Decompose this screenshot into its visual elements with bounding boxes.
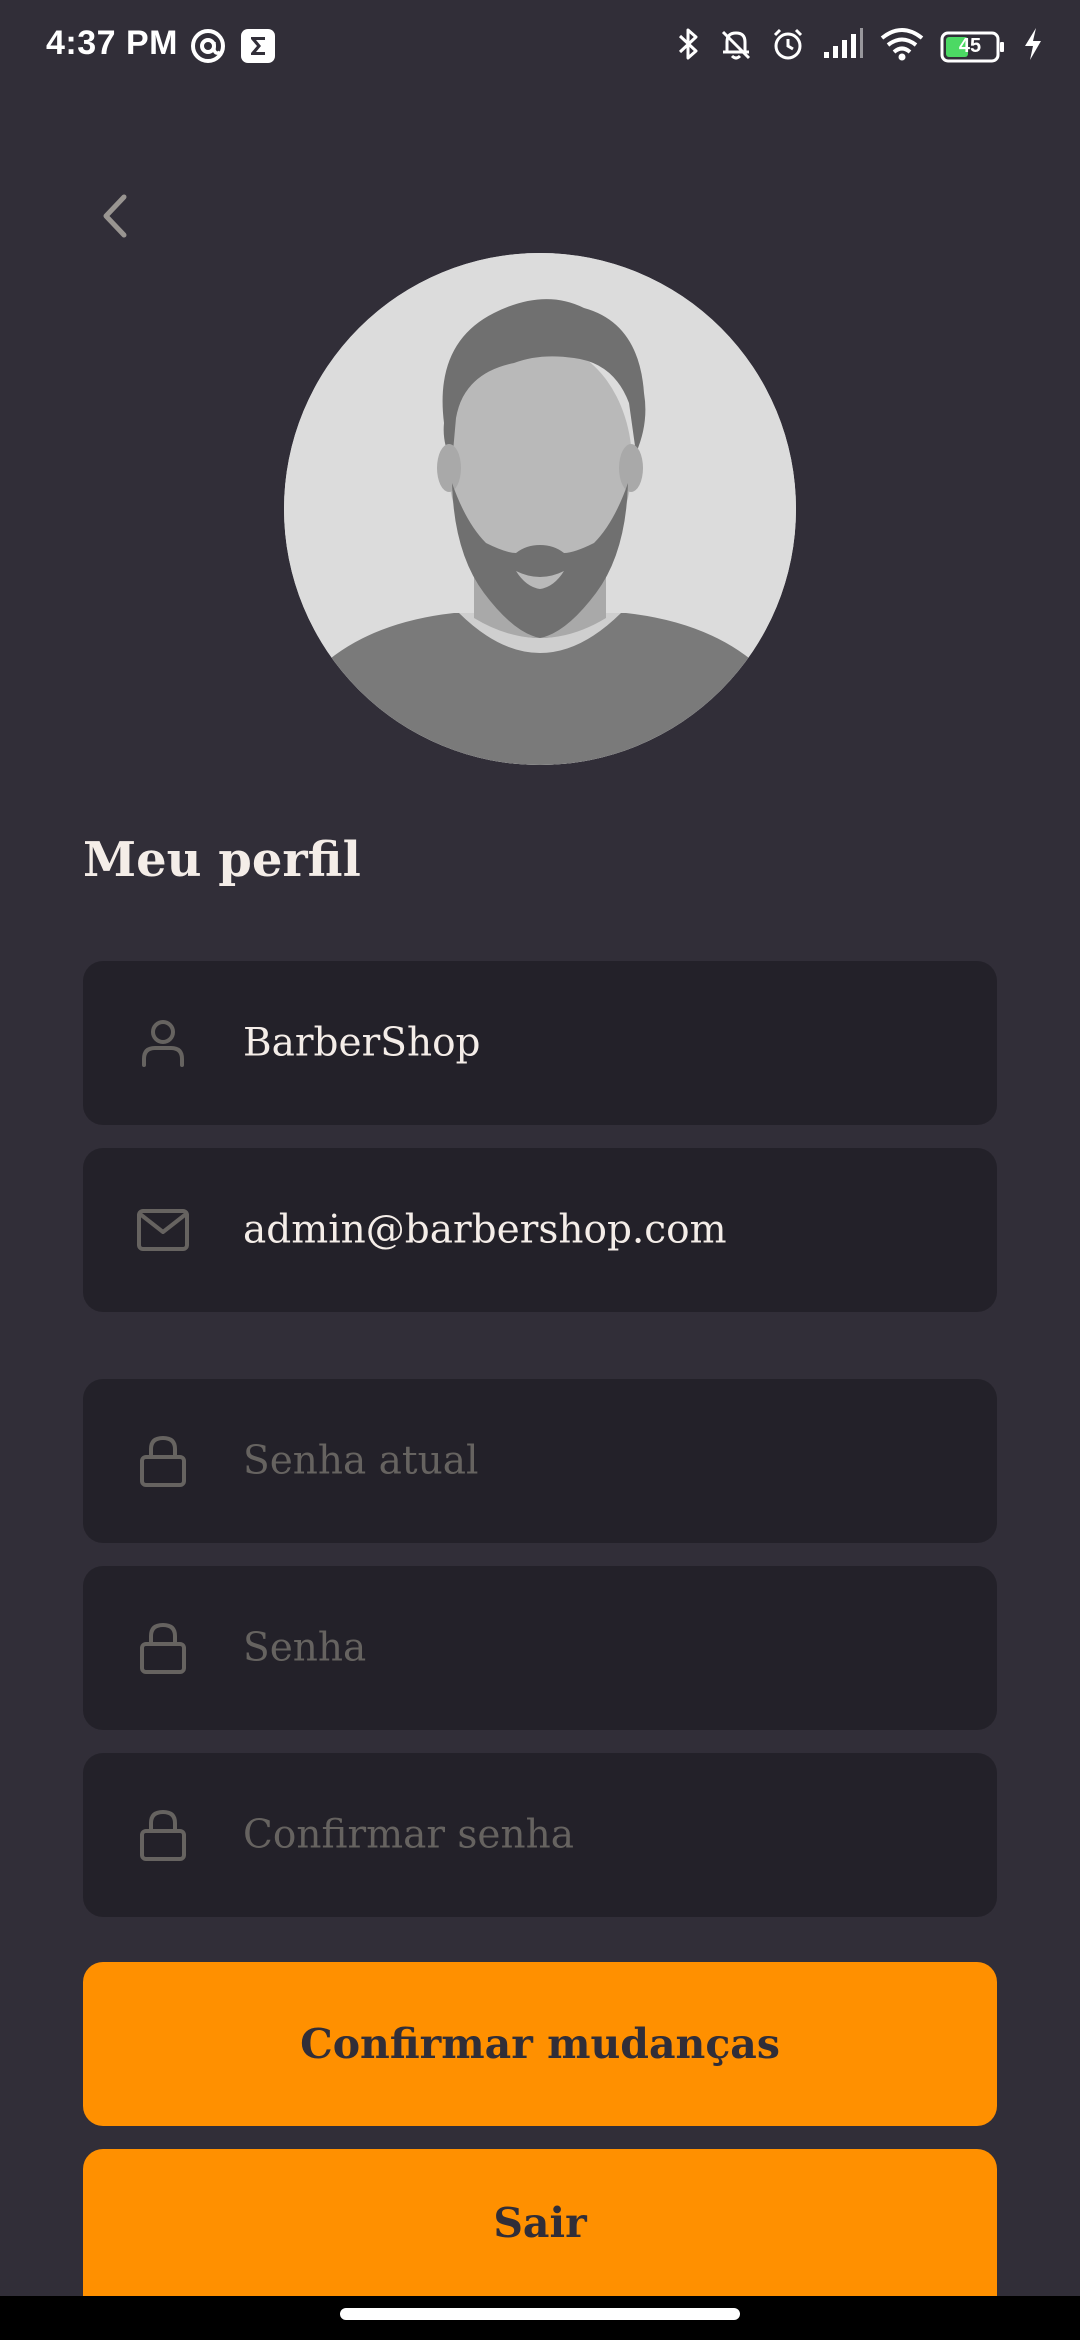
new-password-placeholder: Senha: [243, 1625, 367, 1671]
confirm-password-placeholder: Confirmar senha: [243, 1812, 574, 1858]
avatar[interactable]: [284, 253, 796, 765]
bluetooth-icon: [676, 26, 702, 67]
back-button[interactable]: [90, 188, 140, 248]
email-field[interactable]: admin@barbershop.com: [83, 1148, 997, 1312]
name-value: BarberShop: [243, 1020, 481, 1066]
confirm-password-field[interactable]: Confirmar senha: [83, 1753, 997, 1917]
current-password-placeholder: Senha atual: [243, 1438, 479, 1484]
email-value: admin@barbershop.com: [243, 1207, 727, 1253]
status-left-icons: [190, 28, 276, 69]
at-sign-icon: [190, 28, 226, 69]
mute-icon: [718, 26, 754, 67]
lock-icon: [135, 1807, 191, 1863]
battery-level: 45: [958, 34, 982, 57]
status-right-icons: 45: [676, 26, 1044, 67]
user-icon: [135, 1015, 191, 1071]
logout-button[interactable]: Sair: [83, 2149, 997, 2296]
signal-icon: [822, 26, 864, 67]
new-password-field[interactable]: Senha: [83, 1566, 997, 1730]
sigma-icon: [240, 28, 276, 69]
avatar-placeholder-icon: [284, 253, 796, 765]
confirm-changes-button[interactable]: Confirmar mudanças: [83, 1962, 997, 2126]
chevron-left-icon: [98, 191, 132, 245]
charging-icon: [1022, 26, 1044, 67]
battery-icon: 45: [940, 30, 1006, 64]
status-time: 4:37 PM: [46, 24, 178, 62]
page-title: Meu perfil: [83, 832, 361, 888]
home-indicator[interactable]: [340, 2308, 740, 2320]
lock-icon: [135, 1620, 191, 1676]
mail-icon: [135, 1202, 191, 1258]
name-field[interactable]: BarberShop: [83, 961, 997, 1125]
status-bar: 4:37 PM 45: [0, 0, 1080, 96]
current-password-field[interactable]: Senha atual: [83, 1379, 997, 1543]
lock-icon: [135, 1433, 191, 1489]
alarm-icon: [770, 26, 806, 67]
wifi-icon: [880, 26, 924, 67]
